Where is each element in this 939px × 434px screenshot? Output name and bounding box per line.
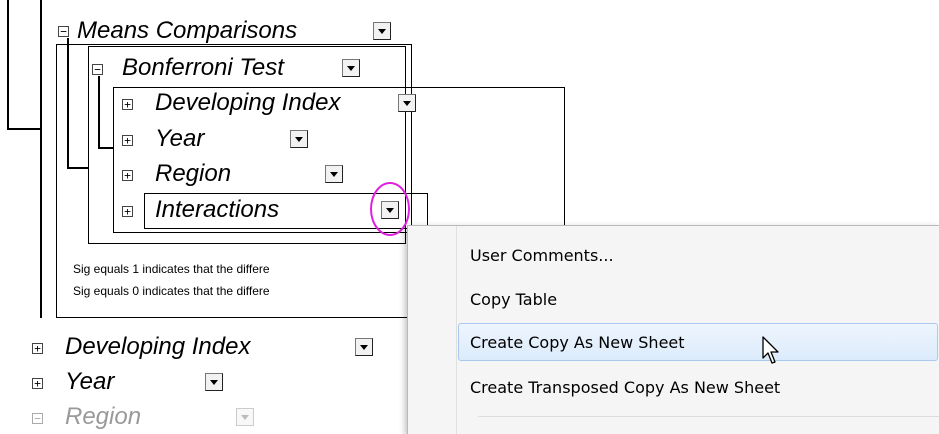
highlight-circle [370,182,410,236]
expand-toggle-icon[interactable]: + [32,343,43,354]
sig-note-1: Sig equals 1 indicates that the differe [73,262,270,276]
collapse-toggle-icon[interactable]: − [58,26,69,37]
menu-item-label: Create Transposed Copy As New Sheet [470,378,781,397]
interactions-label: Interactions [155,196,280,223]
region-label: Region [155,160,232,187]
expand-toggle-icon[interactable]: + [122,206,133,217]
dropdown-arrow-icon[interactable] [355,338,373,356]
dropdown-arrow-icon[interactable] [205,373,223,391]
developing-index-label: Developing Index [155,89,341,116]
tree-connector [40,0,42,318]
menu-item-label: Copy Table [470,290,558,309]
menu-item-copy-table[interactable]: Copy Table [408,281,938,319]
dropdown-arrow-icon[interactable] [325,165,343,183]
year-label: Year [155,125,205,152]
region-label: Region [65,403,142,430]
collapse-toggle-icon[interactable]: − [92,64,103,75]
mouse-cursor-icon [762,336,779,364]
collapse-toggle-icon[interactable]: − [32,413,43,424]
dropdown-arrow-icon[interactable] [290,130,308,148]
menu-item-create-copy-as-new-sheet[interactable]: Create Copy As New Sheet [458,323,938,361]
dropdown-arrow-icon[interactable] [373,22,391,40]
developing-index-label: Developing Index [65,333,251,360]
tree-connector [7,0,9,130]
means-comparisons-label: Means Comparisons [77,17,298,44]
dropdown-arrow-icon[interactable] [342,59,360,77]
expand-toggle-icon[interactable]: + [32,378,43,389]
tree-connector [98,76,100,148]
menu-item-label: Create Copy As New Sheet [470,333,685,352]
tree-connector [67,167,89,169]
context-menu: User Comments... Copy Table Create Copy … [407,225,939,434]
menu-item-create-transposed-copy[interactable]: Create Transposed Copy As New Sheet [408,369,938,407]
dropdown-arrow-icon[interactable] [236,408,254,426]
menu-item-label: User Comments... [470,246,614,265]
tree-connector [67,38,69,168]
expand-toggle-icon[interactable]: + [122,170,133,181]
bonferroni-test-label: Bonferroni Test [122,54,284,81]
tree-connector [98,147,114,149]
tree-connector [7,128,41,130]
year-label: Year [65,368,115,395]
menu-separator [478,416,939,417]
dropdown-arrow-icon[interactable] [398,94,416,112]
menu-item-user-comments[interactable]: User Comments... [408,237,938,275]
expand-toggle-icon[interactable]: + [122,135,133,146]
expand-toggle-icon[interactable]: + [122,99,133,110]
sig-note-2: Sig equals 0 indicates that the differe [73,284,270,298]
